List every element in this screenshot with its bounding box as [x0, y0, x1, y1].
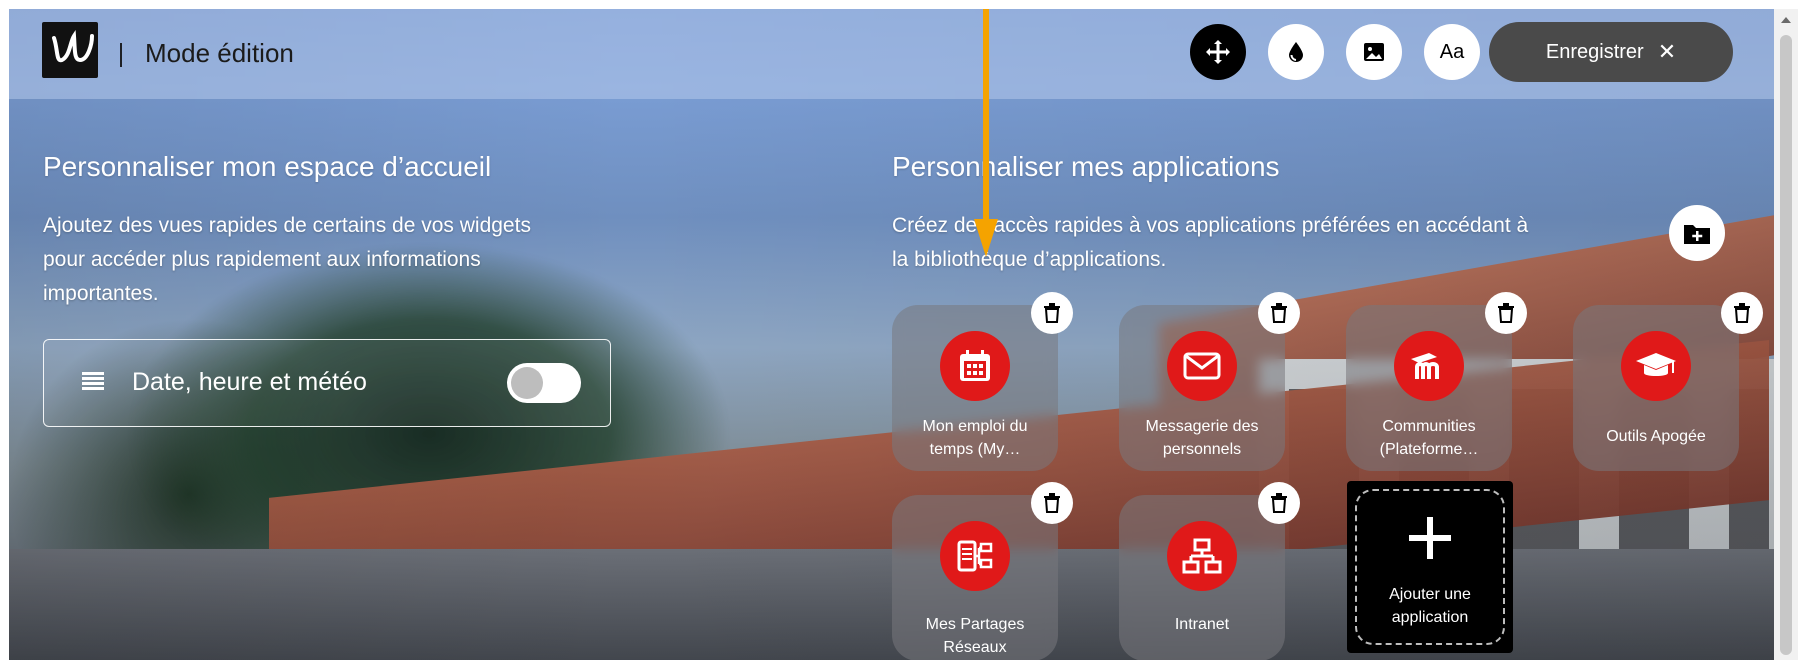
app-tile[interactable]: Outils Apogée	[1573, 305, 1739, 471]
background-image-tool-button[interactable]	[1346, 24, 1402, 80]
app-icon-circle	[1167, 331, 1237, 401]
add-folder-button[interactable]	[1669, 205, 1725, 261]
list-icon	[82, 372, 104, 390]
widget-toggle[interactable]	[507, 363, 581, 403]
top-bar: Mode édition Aa Enregistrer ✕	[9, 9, 1774, 99]
home-customize-text: Ajoutez des vues rapides de certains de …	[43, 209, 531, 311]
home-customize-line: importantes.	[43, 282, 159, 305]
app-name-line: (Plateforme…	[1379, 441, 1479, 458]
trash-icon	[1271, 493, 1287, 513]
app-name: Mon emploi du temps (My…	[898, 415, 1052, 461]
trash-icon	[1044, 303, 1060, 323]
app-name-line: Outils Apogée	[1606, 428, 1706, 445]
move-icon	[1206, 40, 1230, 64]
editor-canvas: Mode édition Aa Enregistrer ✕ Personnali…	[9, 9, 1774, 660]
add-application-line: application	[1391, 609, 1469, 626]
add-application-line: Ajouter une	[1389, 586, 1471, 603]
app-tile[interactable]: Messagerie des personnels	[1119, 305, 1285, 471]
close-icon: ✕	[1657, 39, 1677, 64]
image-icon	[1364, 43, 1384, 61]
trash-icon	[1044, 493, 1060, 513]
app-name-line: Communities	[1382, 418, 1476, 435]
app-icon-circle	[1394, 331, 1464, 401]
scroll-thumb[interactable]	[1780, 35, 1792, 655]
home-customize-heading: Personnaliser mon espace d’accueil	[43, 151, 492, 182]
app-icon-circle	[940, 331, 1010, 401]
color-tool-button[interactable]	[1268, 24, 1324, 80]
app-name-line: Réseaux	[943, 639, 1007, 656]
app-name-line: Mon emploi du	[922, 418, 1028, 435]
delete-app-button[interactable]	[1258, 292, 1300, 334]
app-name-line: Messagerie des	[1145, 418, 1259, 435]
app-name: Messagerie des personnels	[1125, 415, 1279, 461]
font-icon: Aa	[1439, 40, 1465, 63]
app-icon-circle	[1167, 521, 1237, 591]
save-button[interactable]: Enregistrer ✕	[1489, 22, 1733, 82]
logo	[42, 22, 98, 78]
network-share-icon	[957, 540, 993, 572]
save-label: Enregistrer	[1545, 40, 1644, 63]
home-customize-line: Ajoutez des vues rapides de certains de …	[43, 214, 531, 237]
move-tool-button[interactable]	[1190, 24, 1246, 80]
app-name: Intranet	[1125, 613, 1279, 636]
page-title: Mode édition	[145, 38, 294, 68]
trash-icon	[1498, 303, 1514, 323]
app-icon-circle	[1621, 331, 1691, 401]
mail-icon	[1183, 352, 1221, 380]
plus-icon	[1409, 517, 1451, 559]
scroll-up-arrow[interactable]	[1774, 9, 1798, 31]
widget-label: Date, heure et météo	[132, 368, 367, 396]
toggle-knob	[511, 367, 543, 399]
app-name: Outils Apogée	[1579, 425, 1733, 448]
app-tile[interactable]: Mon emploi du temps (My…	[892, 305, 1058, 471]
sitemap-icon	[1182, 538, 1222, 574]
app-icon-circle	[940, 521, 1010, 591]
widget-date-time-weather: Date, heure et météo	[43, 339, 611, 427]
vertical-scrollbar[interactable]	[1774, 9, 1798, 660]
chevron-up-icon	[1781, 17, 1791, 23]
app-name: Communities (Plateforme…	[1352, 415, 1506, 461]
font-tool-button[interactable]: Aa	[1424, 24, 1480, 80]
delete-app-button[interactable]	[1031, 292, 1073, 334]
home-customize-line: pour accéder plus rapidement aux informa…	[43, 248, 481, 271]
app-tile[interactable]: Mes Partages Réseaux	[892, 495, 1058, 660]
drop-icon	[1289, 42, 1303, 62]
add-application-button[interactable]: Ajouter une application	[1347, 481, 1513, 653]
app-tile[interactable]: Communities (Plateforme…	[1346, 305, 1512, 471]
folder-plus-icon	[1684, 225, 1710, 244]
calendar-icon	[960, 350, 990, 381]
apps-customize-heading: Personnaliser mes applications	[892, 151, 1280, 182]
app-name-line: Intranet	[1174, 616, 1230, 633]
title-divider	[120, 43, 122, 67]
add-application-label: Ajouter une application	[1357, 583, 1503, 629]
delete-app-button[interactable]	[1258, 482, 1300, 524]
delete-app-button[interactable]	[1721, 292, 1763, 334]
delete-app-button[interactable]	[1485, 292, 1527, 334]
app-name: Mes Partages Réseaux	[898, 613, 1052, 659]
app-tile[interactable]: Intranet	[1119, 495, 1285, 660]
trash-icon	[1734, 303, 1750, 323]
moodle-icon	[1411, 353, 1439, 379]
app-name-line: personnels	[1162, 441, 1242, 458]
trash-icon	[1271, 303, 1287, 323]
app-name-line: temps (My…	[929, 441, 1021, 458]
annotation-arrow	[974, 9, 998, 257]
graduation-cap-icon	[1636, 353, 1676, 376]
delete-app-button[interactable]	[1031, 482, 1073, 524]
app-name-line: Mes Partages	[925, 616, 1025, 633]
